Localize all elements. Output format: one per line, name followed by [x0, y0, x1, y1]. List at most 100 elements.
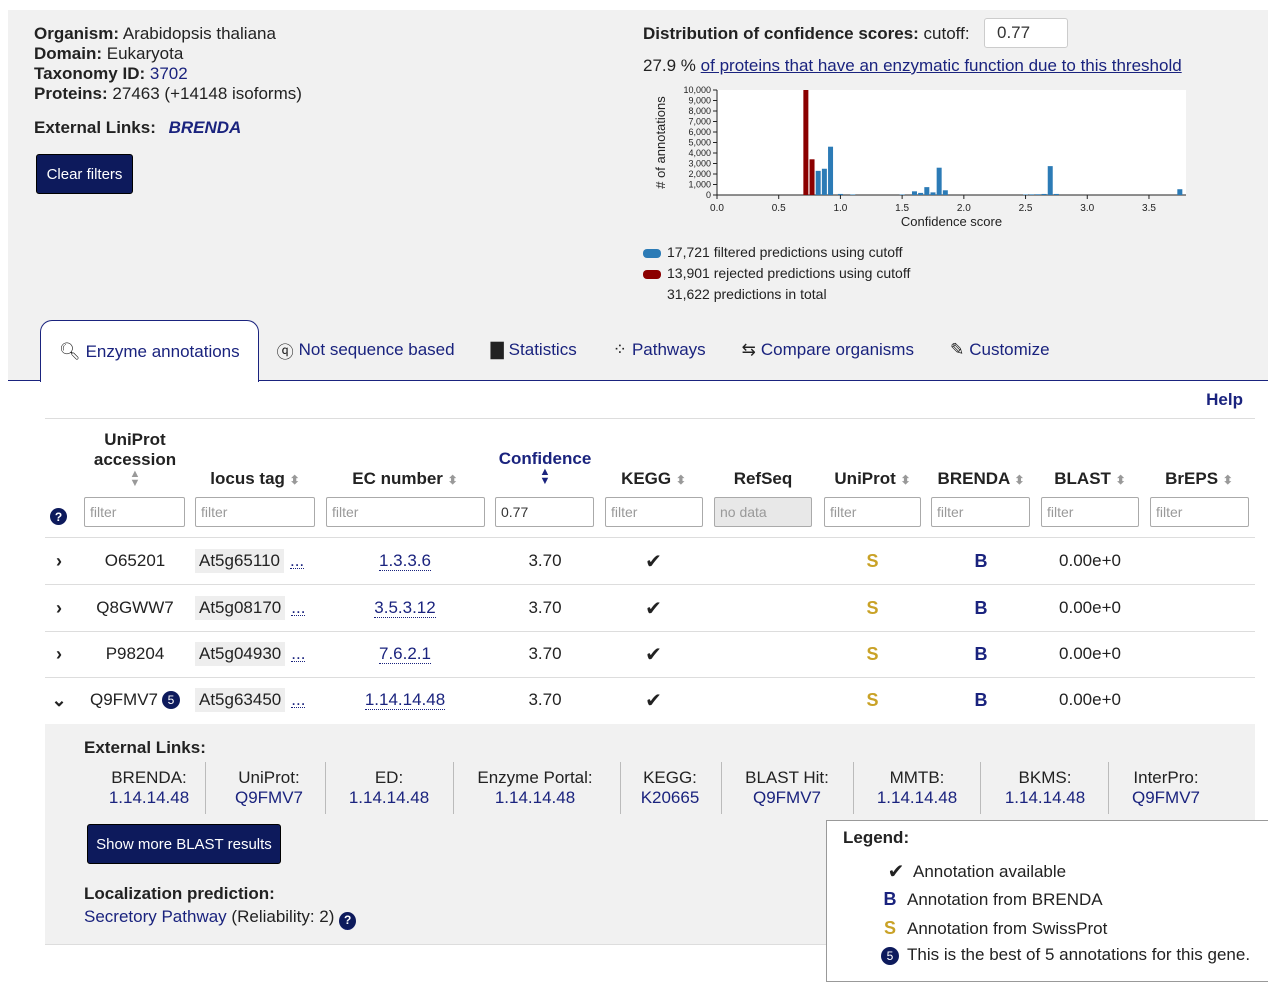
cutoff-input[interactable]: 0.77	[984, 18, 1068, 48]
external-link-ed[interactable]: ED: 1.14.14.48	[343, 768, 435, 808]
ec-number-link[interactable]: 1.3.3.6	[379, 551, 431, 571]
tab-pathways[interactable]: ⁘ Pathways	[595, 320, 724, 380]
confidence-histogram: 01,0002,0003,0004,0005,0006,0007,0008,00…	[653, 85, 1186, 229]
filter-kegg[interactable]: filter	[605, 497, 703, 527]
header-confidence[interactable]: Confidence ▲ ▼	[495, 450, 595, 487]
tab-label: Statistics	[508, 340, 577, 359]
header-uniprot[interactable]: UniProt ⬍	[824, 469, 921, 489]
expand-row-icon[interactable]: ›	[45, 585, 73, 631]
enzyme-search-icon: 🔍︎	[59, 341, 81, 361]
external-link-uniprot[interactable]: UniProt: Q9FMV7	[221, 768, 317, 808]
taxonomy-label: Taxonomy ID:	[34, 64, 146, 83]
link-value[interactable]: 1.14.14.48	[871, 788, 963, 808]
filter-uniprot-accession[interactable]: filter	[84, 497, 185, 527]
blast-value: 0.00e+0	[1059, 644, 1121, 663]
header-blast[interactable]: BLAST ⬍	[1041, 469, 1139, 489]
external-link-blast-hit[interactable]: BLAST Hit: Q9FMV7	[737, 768, 837, 808]
more-locus-link[interactable]: ...	[289, 552, 305, 569]
question-search-icon: ⓠ	[276, 342, 294, 362]
tab-not-sequence-based[interactable]: ⓠ Not sequence based	[259, 320, 473, 380]
external-link-enzyme-portal[interactable]: Enzyme Portal: 1.14.14.48	[470, 768, 600, 808]
localization-title: Localization prediction:	[84, 884, 275, 903]
expand-row-icon[interactable]: ›	[45, 538, 73, 584]
bar-filtered	[1053, 193, 1059, 195]
filter-brenda[interactable]: filter	[931, 497, 1030, 527]
bar-filtered	[1177, 189, 1183, 195]
filter-uniprot[interactable]: filter	[824, 497, 921, 527]
header-label: BRENDA	[937, 469, 1010, 488]
link-value[interactable]: Q9FMV7	[221, 788, 317, 808]
blast-value: 0.00e+0	[1059, 690, 1121, 709]
brenda-logo-link[interactable]: BRENDA	[169, 118, 242, 137]
sort-icon: ⬍	[675, 473, 686, 487]
help-link[interactable]: Help	[1206, 390, 1243, 410]
link-value[interactable]: 1.14.14.48	[103, 788, 195, 808]
more-locus-link[interactable]: ...	[291, 691, 306, 708]
header-label: EC number	[352, 469, 443, 488]
ec-number-link[interactable]: 3.5.3.12	[374, 598, 436, 618]
collapse-row-icon[interactable]: ⌄	[45, 677, 73, 723]
link-value[interactable]: Q9FMV7	[1124, 788, 1208, 808]
header-ec-number[interactable]: EC number ⬍	[326, 469, 484, 489]
expand-row-icon[interactable]: ›	[45, 631, 73, 677]
header-refseq: RefSeq	[714, 469, 812, 489]
filter-confidence[interactable]: 0.77	[495, 497, 594, 527]
table-help-icon[interactable]: ?	[50, 508, 67, 525]
taxonomy-link[interactable]: 3702	[150, 64, 188, 83]
localization-link[interactable]: Secretory Pathway	[84, 907, 227, 926]
link-label: Enzyme Portal:	[477, 768, 593, 787]
link-value[interactable]: 1.14.14.48	[470, 788, 600, 808]
swissprot-mark: S	[866, 597, 879, 618]
threshold-explanation-link[interactable]: of proteins that have an enzymatic funct…	[701, 56, 1182, 75]
link-value[interactable]: 1.14.14.48	[343, 788, 435, 808]
external-links-header: External Links: BRENDA	[34, 118, 241, 138]
x-tick-label: 1.5	[895, 203, 909, 214]
header-brenda[interactable]: BRENDA ⬍	[931, 469, 1031, 489]
bar-filtered	[1047, 166, 1053, 195]
legend-text: Annotation available	[913, 861, 1067, 881]
localization-reliability: (Reliability: 2)	[231, 907, 335, 926]
more-locus-link[interactable]: ...	[291, 645, 306, 662]
external-link-interpro[interactable]: InterPro: Q9FMV7	[1124, 768, 1208, 808]
ec-number-link[interactable]: 7.6.2.1	[379, 644, 431, 664]
bar-chart-icon: ▇	[490, 340, 504, 359]
header-label: KEGG	[621, 469, 672, 488]
clear-filters-button[interactable]: Clear filters	[36, 154, 133, 194]
ec-number-link[interactable]: 1.14.14.48	[364, 690, 446, 710]
external-link-bkms[interactable]: BKMS: 1.14.14.48	[999, 768, 1091, 808]
legend-text: Annotation from BRENDA	[907, 889, 1103, 909]
filter-breps[interactable]: filter	[1150, 497, 1249, 527]
tab-customize[interactable]: ✎ Customize	[932, 320, 1068, 380]
x-tick-label: 3.5	[1142, 203, 1156, 214]
link-value[interactable]: K20665	[633, 788, 707, 808]
tab-bar: 🔍︎ Enzyme annotations ⓠ Not sequence bas…	[40, 320, 1068, 382]
y-tick-label: 3,000	[688, 159, 711, 169]
filter-blast[interactable]: filter	[1041, 497, 1139, 527]
link-value[interactable]: Q9FMV7	[737, 788, 837, 808]
link-label: InterPro:	[1133, 768, 1199, 787]
external-link-brenda[interactable]: BRENDA: 1.14.14.48	[103, 768, 195, 808]
link-value[interactable]: 1.14.14.48	[999, 788, 1091, 808]
header-kegg[interactable]: KEGG ⬍	[605, 469, 702, 489]
external-link-mmtb[interactable]: MMTB: 1.14.14.48	[871, 768, 963, 808]
tab-enzyme-annotations[interactable]: 🔍︎ Enzyme annotations	[40, 320, 259, 382]
header-locus-tag[interactable]: locus tag ⬍	[195, 469, 315, 489]
header-breps[interactable]: BrEPS ⬍	[1150, 469, 1248, 489]
sort-icon: ⬍	[1222, 473, 1233, 487]
legend-text: This is the best of 5 annotations for th…	[907, 945, 1251, 964]
filter-locus-tag[interactable]: filter	[195, 497, 315, 527]
tab-compare-organisms[interactable]: ⇆ Compare organisms	[724, 320, 932, 380]
bar-filtered	[924, 187, 930, 195]
more-locus-link[interactable]: ...	[291, 599, 306, 616]
filter-ec-number[interactable]: filter	[326, 497, 485, 527]
legend-item: ✔ Annotation available	[885, 859, 1067, 884]
show-more-blast-button[interactable]: Show more BLAST results	[87, 824, 281, 864]
localization-help-icon[interactable]: ?	[339, 911, 357, 930]
y-tick-label: 1,000	[688, 180, 711, 190]
y-tick-label: 5,000	[688, 138, 711, 148]
external-link-kegg[interactable]: KEGG: K20665	[633, 768, 707, 808]
swissprot-mark: S	[883, 918, 896, 938]
header-uniprot-accession[interactable]: UniProt accession ▲ ▼	[84, 430, 186, 489]
tab-statistics[interactable]: ▇ Statistics	[473, 320, 595, 380]
check-icon: ✔	[887, 861, 905, 883]
